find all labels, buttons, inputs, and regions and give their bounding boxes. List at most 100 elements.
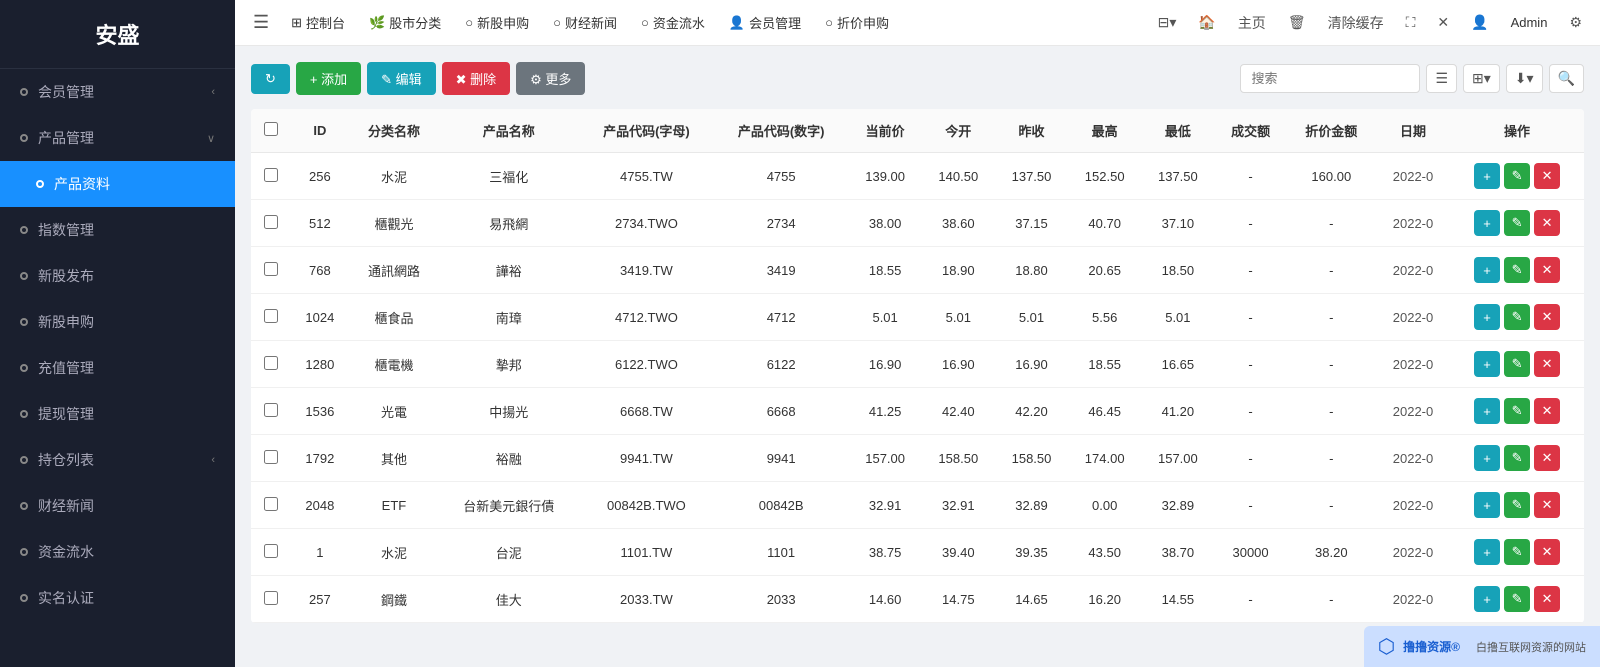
clear-cache-icon[interactable]: 🗑 bbox=[1280, 10, 1314, 35]
top-navigation: ☰ ⊞ 控制台 🌿 股市分类 ○ 新股申购 ○ 财经新闻 ○ 资金流水 👤 会员… bbox=[235, 0, 1600, 46]
refresh-button[interactable]: ↻ bbox=[251, 64, 290, 94]
layout-icon[interactable]: ⊟▾ bbox=[1150, 10, 1185, 35]
col-code-alpha: 产品代码(字母) bbox=[579, 109, 714, 153]
table-row: 512 櫃觀光 易飛網 2734.TWO 2734 38.00 38.60 37… bbox=[251, 200, 1584, 247]
row-delete-button[interactable]: ✕ bbox=[1534, 257, 1560, 283]
row-select-checkbox[interactable] bbox=[264, 544, 278, 558]
cell-prev-close: 37.15 bbox=[995, 200, 1068, 247]
settings-icon[interactable]: ⚙ bbox=[1561, 10, 1590, 35]
row-select-checkbox[interactable] bbox=[264, 591, 278, 605]
row-delete-button[interactable]: ✕ bbox=[1534, 492, 1560, 518]
row-delete-button[interactable]: ✕ bbox=[1534, 445, 1560, 471]
row-select-checkbox[interactable] bbox=[264, 215, 278, 229]
row-add-button[interactable]: + bbox=[1474, 492, 1500, 518]
nav-financial-news[interactable]: ○ 财经新闻 bbox=[543, 9, 627, 36]
add-button[interactable]: + 添加 bbox=[296, 62, 361, 95]
row-delete-button[interactable]: ✕ bbox=[1534, 351, 1560, 377]
list-view-button[interactable]: ☰ bbox=[1426, 64, 1457, 93]
sidebar-item-member-management[interactable]: 会员管理 ‹ bbox=[0, 69, 235, 115]
home-label[interactable]: 主页 bbox=[1230, 9, 1274, 37]
row-add-button[interactable]: + bbox=[1474, 210, 1500, 236]
sidebar-item-label: 充值管理 bbox=[38, 358, 215, 378]
row-delete-button[interactable]: ✕ bbox=[1534, 586, 1560, 612]
row-delete-button[interactable]: ✕ bbox=[1534, 539, 1560, 565]
sidebar-item-label: 持仓列表 bbox=[38, 450, 211, 470]
home-icon[interactable]: 🏠 bbox=[1190, 10, 1223, 35]
col-discount: 折价金额 bbox=[1287, 109, 1376, 153]
row-select-checkbox[interactable] bbox=[264, 356, 278, 370]
nav-stock-category[interactable]: 🌿 股市分类 bbox=[359, 9, 451, 36]
sidebar-item-product-management[interactable]: 产品管理 ∨ bbox=[0, 115, 235, 161]
row-edit-button[interactable]: ✎ bbox=[1504, 445, 1530, 471]
row-add-button[interactable]: + bbox=[1474, 163, 1500, 189]
row-select-checkbox[interactable] bbox=[264, 168, 278, 182]
row-add-button[interactable]: + bbox=[1474, 586, 1500, 612]
row-delete-button[interactable]: ✕ bbox=[1534, 210, 1560, 236]
sidebar-item-fund-flow[interactable]: 资金流水 bbox=[0, 529, 235, 575]
grid-view-button[interactable]: ⊞▾ bbox=[1463, 64, 1500, 93]
clear-cache-label[interactable]: 清除缓存 bbox=[1320, 9, 1392, 37]
row-edit-button[interactable]: ✎ bbox=[1504, 163, 1530, 189]
resize-icon[interactable]: ⛶ bbox=[1398, 10, 1424, 35]
row-select-checkbox[interactable] bbox=[264, 309, 278, 323]
row-select-checkbox[interactable] bbox=[264, 262, 278, 276]
close-icon[interactable]: ✕ bbox=[1429, 10, 1457, 35]
row-edit-button[interactable]: ✎ bbox=[1504, 210, 1530, 236]
more-button[interactable]: ⚙ 更多 bbox=[516, 62, 585, 95]
delete-button[interactable]: ✖ 删除 bbox=[442, 62, 511, 95]
sidebar-item-index-management[interactable]: 指数管理 bbox=[0, 207, 235, 253]
cell-name: 三福化 bbox=[439, 153, 579, 200]
cell-open: 39.40 bbox=[922, 529, 995, 576]
select-all-checkbox[interactable] bbox=[264, 122, 278, 136]
row-select-checkbox[interactable] bbox=[264, 450, 278, 464]
table-row: 257 鋼鐵 佳大 2033.TW 2033 14.60 14.75 14.65… bbox=[251, 576, 1584, 623]
toolbar-search-area: ☰ ⊞▾ ⬇▾ 🔍 bbox=[1240, 64, 1584, 93]
row-add-button[interactable]: + bbox=[1474, 257, 1500, 283]
row-delete-button[interactable]: ✕ bbox=[1534, 304, 1560, 330]
row-add-button[interactable]: + bbox=[1474, 304, 1500, 330]
row-edit-button[interactable]: ✎ bbox=[1504, 586, 1530, 612]
edit-button[interactable]: ✎ 编辑 bbox=[367, 62, 436, 95]
sidebar: 安盛 会员管理 ‹ 产品管理 ∨ 产品资料 指数管理 新股发布 新股申购 充值管… bbox=[0, 0, 235, 667]
nav-fund-flow[interactable]: ○ 资金流水 bbox=[631, 9, 715, 36]
cell-id: 1792 bbox=[290, 435, 349, 482]
row-add-button[interactable]: + bbox=[1474, 398, 1500, 424]
sidebar-item-ipo-apply[interactable]: 新股申购 bbox=[0, 299, 235, 345]
nav-member-management[interactable]: 👤 会员管理 bbox=[719, 9, 811, 36]
nav-discount-apply[interactable]: ○ 折价申购 bbox=[815, 9, 899, 36]
row-add-button[interactable]: + bbox=[1474, 445, 1500, 471]
avatar-icon: 👤 bbox=[1463, 10, 1496, 35]
row-edit-button[interactable]: ✎ bbox=[1504, 398, 1530, 424]
cell-discount: - bbox=[1287, 200, 1376, 247]
cell-volume: 30000 bbox=[1214, 529, 1286, 576]
row-delete-button[interactable]: ✕ bbox=[1534, 163, 1560, 189]
cell-current: 18.55 bbox=[849, 247, 922, 294]
row-select-checkbox[interactable] bbox=[264, 497, 278, 511]
table-row: 1 水泥 台泥 1101.TW 1101 38.75 39.40 39.35 4… bbox=[251, 529, 1584, 576]
leaf-icon: 🌿 bbox=[369, 15, 385, 31]
row-edit-button[interactable]: ✎ bbox=[1504, 539, 1530, 565]
nav-dashboard[interactable]: ⊞ 控制台 bbox=[281, 9, 355, 36]
row-edit-button[interactable]: ✎ bbox=[1504, 304, 1530, 330]
row-delete-button[interactable]: ✕ bbox=[1534, 398, 1560, 424]
sidebar-item-withdraw[interactable]: 提现管理 bbox=[0, 391, 235, 437]
sidebar-item-recharge[interactable]: 充值管理 bbox=[0, 345, 235, 391]
sidebar-item-kyc[interactable]: 实名认证 bbox=[0, 575, 235, 621]
row-add-button[interactable]: + bbox=[1474, 539, 1500, 565]
row-add-button[interactable]: + bbox=[1474, 351, 1500, 377]
row-edit-button[interactable]: ✎ bbox=[1504, 492, 1530, 518]
search-input[interactable] bbox=[1240, 64, 1420, 93]
row-edit-button[interactable]: ✎ bbox=[1504, 257, 1530, 283]
sidebar-item-label: 财经新闻 bbox=[38, 496, 215, 516]
hamburger-icon[interactable]: ☰ bbox=[245, 12, 277, 33]
sidebar-item-product-data[interactable]: 产品资料 bbox=[0, 161, 235, 207]
sidebar-item-label: 提现管理 bbox=[38, 404, 215, 424]
search-button[interactable]: 🔍 bbox=[1549, 64, 1584, 93]
sidebar-item-positions[interactable]: 持仓列表 ‹ bbox=[0, 437, 235, 483]
export-button[interactable]: ⬇▾ bbox=[1506, 64, 1543, 93]
sidebar-item-financial-news[interactable]: 财经新闻 bbox=[0, 483, 235, 529]
row-select-checkbox[interactable] bbox=[264, 403, 278, 417]
row-edit-button[interactable]: ✎ bbox=[1504, 351, 1530, 377]
nav-ipo-apply[interactable]: ○ 新股申购 bbox=[455, 9, 539, 36]
sidebar-item-ipo-release[interactable]: 新股发布 bbox=[0, 253, 235, 299]
